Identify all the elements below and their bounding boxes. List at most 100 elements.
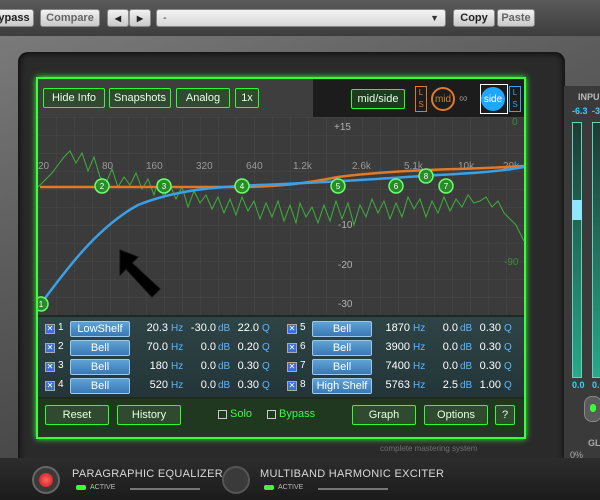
band-enable-checkbox[interactable]: ✕: [45, 343, 55, 353]
frequency-unit: Hz: [413, 342, 426, 353]
frequency-unit: Hz: [171, 342, 184, 353]
frequency-unit: Hz: [171, 361, 184, 372]
active-led-icon: [264, 485, 274, 490]
exciter-output-slider[interactable]: [318, 488, 388, 490]
band-gain-value[interactable]: 0.0: [186, 379, 216, 391]
options-button[interactable]: Options: [424, 405, 488, 425]
eq-output-slider[interactable]: [130, 488, 200, 490]
gain-unit: dB: [218, 361, 231, 372]
solo-checkbox[interactable]: [218, 410, 227, 419]
band-enable-checkbox[interactable]: ✕: [45, 362, 55, 372]
right-peak-value: -3: [592, 106, 600, 116]
paste-button[interactable]: Paste: [497, 9, 535, 27]
band-enable-checkbox[interactable]: ✕: [45, 324, 55, 334]
band-type-button[interactable]: Bell: [70, 378, 130, 394]
band-gain-value[interactable]: 0.0: [428, 360, 458, 372]
band-frequency-value[interactable]: 180: [136, 360, 168, 372]
left-meter-handle[interactable]: [572, 200, 582, 220]
q-unit: Q: [262, 380, 270, 391]
band-node-3: 3: [156, 178, 172, 194]
band-q-value[interactable]: 0.30: [473, 322, 501, 334]
bypass-checkbox[interactable]: [267, 410, 276, 419]
band-enable-checkbox[interactable]: ✕: [287, 324, 297, 334]
analog-button[interactable]: Analog: [176, 88, 230, 108]
band-q-value[interactable]: 0.30: [473, 360, 501, 372]
side-button[interactable]: side: [481, 87, 505, 111]
band-q-value[interactable]: 0.30: [231, 360, 259, 372]
band-q-value[interactable]: 0.30: [231, 379, 259, 391]
band-type-button[interactable]: Bell: [70, 359, 130, 375]
compare-button[interactable]: Compare: [40, 9, 100, 27]
help-button[interactable]: ?: [495, 405, 515, 425]
band-gain-value[interactable]: 0.0: [428, 341, 458, 353]
band-enable-checkbox[interactable]: ✕: [287, 362, 297, 372]
graph-button[interactable]: Graph: [352, 405, 416, 425]
preset-select[interactable]: - ▼: [156, 9, 446, 27]
band-enable-checkbox[interactable]: ✕: [287, 343, 297, 353]
band-type-button[interactable]: Bell: [312, 321, 372, 337]
band-frequency-value[interactable]: 5763: [378, 379, 410, 391]
band-gain-value[interactable]: -30.0: [186, 322, 216, 334]
reset-button[interactable]: Reset: [45, 405, 109, 425]
band-number: 5: [300, 322, 306, 333]
band-gain-value[interactable]: 2.5: [428, 379, 458, 391]
mid-button[interactable]: mid: [431, 87, 455, 111]
db-label: +15: [334, 122, 351, 133]
copy-button[interactable]: Copy: [453, 9, 495, 27]
band-type-button[interactable]: High Shelf: [312, 378, 372, 394]
link-icon[interactable]: ∞: [459, 91, 475, 105]
band-gain-value[interactable]: 0.0: [186, 360, 216, 372]
band-type-button[interactable]: LowShelf: [70, 321, 130, 337]
band-q-value[interactable]: 1.00: [473, 379, 501, 391]
mid-link-toggle[interactable]: LS: [415, 86, 427, 112]
history-button[interactable]: History: [117, 405, 181, 425]
band-node-label: 5: [336, 182, 341, 191]
frequency-unit: Hz: [413, 380, 426, 391]
band-frequency-value[interactable]: 1870: [378, 322, 410, 334]
band-node-label: 8: [424, 172, 429, 181]
top-controls: Hide Info Snapshots Analog 1x mid/side L…: [38, 79, 524, 117]
prev-preset-button[interactable]: ◀: [107, 9, 129, 27]
module-status-exciter: ACTIVE: [278, 484, 304, 491]
eq-graph[interactable]: 20 80 160 320 640 1.2k 2.6k 5.1k 10k 20k…: [33, 117, 525, 315]
exciter-power-button[interactable]: [222, 466, 250, 494]
zoom-button[interactable]: 1x: [235, 88, 259, 108]
band-row: ✕ 7 Bell 7400 Hz 0.0 dB 0.30 Q: [286, 358, 526, 376]
band-frequency-value[interactable]: 3900: [378, 341, 410, 353]
band-frequency-value[interactable]: 70.0: [136, 341, 168, 353]
bypass-label: Bypass: [279, 408, 316, 420]
band-number: 2: [58, 341, 64, 352]
band-frequency-value[interactable]: 20.3: [136, 322, 168, 334]
band-q-value[interactable]: 0.30: [473, 341, 501, 353]
right-meter-bar: [592, 122, 600, 378]
band-frequency-value[interactable]: 520: [136, 379, 168, 391]
band-enable-checkbox[interactable]: ✕: [45, 381, 55, 391]
band-type-button[interactable]: Bell: [70, 340, 130, 356]
band-number: 1: [58, 322, 64, 333]
band-enable-checkbox[interactable]: ✕: [287, 381, 297, 391]
hide-info-button[interactable]: Hide Info: [43, 88, 105, 108]
band-q-value[interactable]: 0.20: [231, 341, 259, 353]
band-gain-value[interactable]: 0.0: [428, 322, 458, 334]
freq-label: 320: [196, 161, 213, 172]
band-node-7: 7: [438, 178, 454, 194]
branding-text: complete mastering system: [380, 444, 478, 453]
next-preset-button[interactable]: ▶: [129, 9, 151, 27]
db-label: -30: [338, 299, 353, 310]
db-label: -20: [338, 260, 353, 271]
q-unit: Q: [262, 323, 270, 334]
band-gain-value[interactable]: 0.0: [186, 341, 216, 353]
q-unit: Q: [504, 323, 512, 334]
band-node-label: 7: [444, 182, 449, 191]
side-link-toggle[interactable]: LS: [509, 86, 521, 112]
band-q-value[interactable]: 22.0: [231, 322, 259, 334]
band-type-button[interactable]: Bell: [312, 340, 372, 356]
band-frequency-value[interactable]: 7400: [378, 360, 410, 372]
input-meters: INPU -6.3 -3 0.0 0.0 GL 0%: [564, 86, 600, 466]
band-node-label: 3: [162, 182, 167, 191]
band-type-button[interactable]: Bell: [312, 359, 372, 375]
snapshots-button[interactable]: Snapshots: [109, 88, 171, 108]
mid-side-button[interactable]: mid/side: [351, 89, 405, 109]
preset-value: -: [163, 12, 167, 24]
bypass-button[interactable]: ypass: [0, 9, 34, 27]
